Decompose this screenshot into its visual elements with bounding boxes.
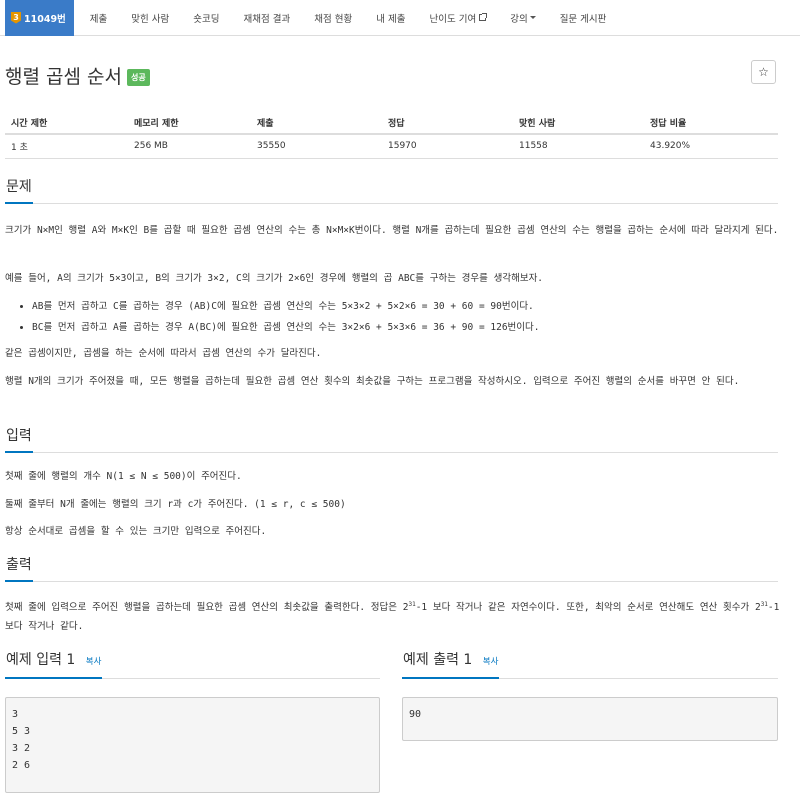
problem-nav: 3 11049번 제출 맞힌 사람 숏코딩 재채점 결과 채점 현황 내 제출 …	[0, 0, 800, 36]
nav-submit[interactable]: 제출	[78, 0, 119, 36]
copy-sample-input-link[interactable]: 복사	[86, 657, 102, 667]
output-heading: 출력	[5, 557, 33, 582]
table-row: 1 초 256 MB 35550 15970 11558 43.920%	[5, 134, 778, 159]
problem-paragraph-4: 행렬 N개의 크기가 주어졌을 때, 모든 행렬을 곱하는데 필요한 곱셈 연산…	[5, 376, 740, 387]
sample-input-box: 3 5 3 3 2 2 6	[5, 697, 380, 793]
input-heading: 입력	[5, 428, 33, 453]
sample-output-heading: 예제 출력 1 복사	[402, 652, 500, 679]
problem-paragraph-3: 같은 곱셈이지만, 곱셈을 하는 순서에 따라서 곱셈 연산의 수가 달라진다.	[5, 348, 322, 359]
nav-rejudge-results[interactable]: 재채점 결과	[232, 0, 303, 36]
status-badge: 성공	[126, 69, 150, 86]
problem-paragraph-2: 예를 들어, A의 크기가 5×3이고, B의 크기가 3×2, C의 크기가 …	[5, 273, 544, 284]
page-title: 행렬 곱셈 순서 성공	[5, 62, 150, 89]
sample-output-box: 90	[402, 697, 778, 741]
nav-question-board[interactable]: 질문 게시판	[548, 0, 619, 36]
sample-input-heading: 예제 입력 1 복사	[5, 652, 103, 679]
problem-examples-list: AB를 먼저 곱하고 C를 곱하는 경우 (AB)C에 필요한 곱셈 연산의 수…	[20, 296, 780, 338]
list-item: BC를 먼저 곱하고 A를 곱하는 경우 A(BC)에 필요한 곱셈 연산의 수…	[32, 317, 780, 338]
exponent: 31	[408, 600, 416, 608]
input-section-header: 입력	[5, 426, 778, 453]
nav-difficulty-label: 난이도 기여	[429, 13, 477, 25]
nav-solved-users[interactable]: 맞힌 사람	[119, 0, 181, 36]
gold-tier-icon: 3	[11, 11, 21, 24]
nav-short-coding[interactable]: 숏코딩	[181, 0, 231, 36]
output-section-header: 출력	[5, 555, 778, 582]
nav-lectures-label: 강의	[510, 13, 528, 25]
sample-input-title: 예제 입력 1	[6, 652, 76, 668]
list-item: AB를 먼저 곱하고 C를 곱하는 경우 (AB)C에 필요한 곱셈 연산의 수…	[32, 296, 780, 317]
sample-output-header: 예제 출력 1 복사	[402, 652, 778, 679]
exponent: 31	[760, 600, 768, 608]
external-link-icon	[479, 13, 488, 21]
nav-lectures-dropdown[interactable]: 강의	[498, 0, 547, 36]
table-header-row: 시간 제한 메모리 제한 제출 정답 맞힌 사람 정답 비율	[5, 111, 778, 135]
output-text-part-2: -1 보다 작거나 같은 자연수이다. 또한, 최악의 순서로 연산해도 연산 …	[415, 602, 761, 613]
problem-section-header: 문제	[5, 177, 778, 204]
input-paragraph-1: 첫째 줄에 행렬의 개수 N(1 ≤ N ≤ 500)이 주어진다.	[5, 471, 242, 482]
header-accept-ratio: 정답 비율	[644, 111, 778, 135]
output-paragraph: 첫째 줄에 입력으로 주어진 행렬을 곱하는데 필요한 곱셈 연산의 최솟값을 …	[5, 598, 780, 636]
copy-sample-output-link[interactable]: 복사	[483, 657, 499, 667]
value-solved-users: 11558	[513, 134, 644, 159]
nav-judge-status[interactable]: 채점 현황	[302, 0, 364, 36]
sample-output-title: 예제 출력 1	[403, 652, 473, 668]
problem-paragraph-1: 크기가 N×M인 행렬 A와 M×K인 B를 곱할 때 필요한 곱셈 연산의 수…	[5, 225, 779, 236]
sample-input-header: 예제 입력 1 복사	[5, 652, 380, 679]
value-accepted: 15970	[382, 134, 513, 159]
value-submissions: 35550	[251, 134, 382, 159]
nav-problem-number[interactable]: 3 11049번	[5, 0, 74, 36]
nav-my-submissions[interactable]: 내 제출	[364, 0, 417, 36]
header-solved-users: 맞힌 사람	[513, 111, 644, 135]
header-time-limit: 시간 제한	[5, 111, 128, 135]
value-memory-limit: 256 MB	[128, 134, 251, 159]
value-time-limit: 1 초	[5, 134, 128, 159]
input-paragraph-3: 항상 순서대로 곱셈을 할 수 있는 크기만 입력으로 주어진다.	[5, 526, 267, 537]
value-accept-ratio: 43.920%	[644, 134, 778, 159]
header-accepted: 정답	[382, 111, 513, 135]
nav-difficulty-contribution[interactable]: 난이도 기여	[417, 0, 498, 36]
problem-title: 행렬 곱셈 순서	[5, 66, 122, 88]
output-text-part-1: 첫째 줄에 입력으로 주어진 행렬을 곱하는데 필요한 곱셈 연산의 최솟값을 …	[5, 602, 409, 613]
star-button[interactable]: ☆	[751, 60, 776, 84]
header-memory-limit: 메모리 제한	[128, 111, 251, 135]
caret-down-icon	[529, 16, 536, 19]
header-submissions: 제출	[251, 111, 382, 135]
problem-number-label: 11049번	[24, 13, 66, 25]
input-paragraph-2: 둘째 줄부터 N개 줄에는 행렬의 크기 r과 c가 주어진다. (1 ≤ r,…	[5, 499, 346, 510]
problem-info-table: 시간 제한 메모리 제한 제출 정답 맞힌 사람 정답 비율 1 초 256 M…	[5, 111, 778, 159]
problem-heading: 문제	[5, 179, 33, 204]
